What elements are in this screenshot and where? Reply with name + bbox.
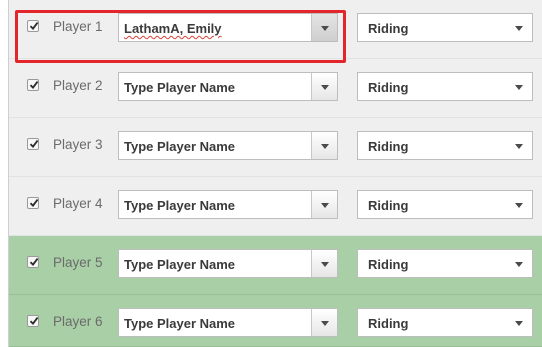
- player-3-name-dropdown-button[interactable]: [311, 132, 337, 159]
- player-4-category-select[interactable]: Riding: [357, 190, 533, 219]
- chevron-down-icon: [515, 144, 523, 149]
- player-6-name-placeholder: Type Player Name: [124, 316, 236, 331]
- player-5-name-placeholder: Type Player Name: [124, 257, 236, 272]
- player-3-category-select[interactable]: Riding: [357, 131, 533, 160]
- player-3-label: Player 3: [53, 137, 103, 152]
- player-row-3: Player 3 Type Player Name Riding: [9, 118, 542, 177]
- checkmark-icon: [29, 317, 39, 325]
- player-6-category-select[interactable]: Riding: [357, 308, 533, 337]
- player-3-name-placeholder: Type Player Name: [124, 139, 236, 154]
- player-2-category-select[interactable]: Riding: [357, 72, 533, 101]
- chevron-down-icon: [321, 144, 329, 149]
- player-5-name-combobox[interactable]: Type Player Name: [118, 249, 338, 278]
- chevron-down-icon: [321, 203, 329, 208]
- player-row-2: Player 2 Type Player Name Riding: [9, 59, 542, 118]
- chevron-down-icon: [321, 262, 329, 267]
- player-3-checkbox[interactable]: [27, 138, 39, 150]
- player-6-label: Player 6: [53, 314, 103, 329]
- checkmark-icon: [29, 81, 39, 89]
- player-6-category-value: Riding: [368, 316, 409, 331]
- selection-highlight: [15, 10, 346, 63]
- player-1-category-value: Riding: [368, 21, 409, 36]
- chevron-down-icon: [321, 85, 329, 90]
- player-6-name-combobox[interactable]: Type Player Name: [118, 308, 338, 337]
- player-2-category-value: Riding: [368, 80, 409, 95]
- player-5-label: Player 5: [53, 255, 103, 270]
- player-2-label: Player 2: [53, 78, 103, 93]
- chevron-down-icon: [515, 321, 523, 326]
- player-row-6: Player 6 Type Player Name Riding: [9, 295, 542, 347]
- player-2-name-combobox[interactable]: Type Player Name: [118, 72, 338, 101]
- player-5-name-dropdown-button[interactable]: [311, 250, 337, 277]
- chevron-down-icon: [515, 262, 523, 267]
- player-6-name-dropdown-button[interactable]: [311, 309, 337, 336]
- player-4-label: Player 4: [53, 196, 103, 211]
- player-5-category-value: Riding: [368, 257, 409, 272]
- player-4-checkbox[interactable]: [27, 197, 39, 209]
- player-4-name-combobox[interactable]: Type Player Name: [118, 190, 338, 219]
- player-5-checkbox[interactable]: [27, 256, 39, 268]
- player-4-category-value: Riding: [368, 198, 409, 213]
- chevron-down-icon: [321, 321, 329, 326]
- player-3-category-value: Riding: [368, 139, 409, 154]
- player-row-4: Player 4 Type Player Name Riding: [9, 177, 542, 236]
- checkmark-icon: [29, 258, 39, 266]
- chevron-down-icon: [515, 85, 523, 90]
- chevron-down-icon: [515, 26, 523, 31]
- player-6-checkbox[interactable]: [27, 315, 39, 327]
- player-2-checkbox[interactable]: [27, 79, 39, 91]
- player-5-category-select[interactable]: Riding: [357, 249, 533, 278]
- player-1-category-select[interactable]: Riding: [357, 13, 533, 42]
- player-4-name-placeholder: Type Player Name: [124, 198, 236, 213]
- player-2-name-dropdown-button[interactable]: [311, 73, 337, 100]
- checkmark-icon: [29, 140, 39, 148]
- player-2-name-placeholder: Type Player Name: [124, 80, 236, 95]
- checkmark-icon: [29, 199, 39, 207]
- player-4-name-dropdown-button[interactable]: [311, 191, 337, 218]
- chevron-down-icon: [515, 203, 523, 208]
- player-row-5: Player 5 Type Player Name Riding: [9, 236, 542, 295]
- player-3-name-combobox[interactable]: Type Player Name: [118, 131, 338, 160]
